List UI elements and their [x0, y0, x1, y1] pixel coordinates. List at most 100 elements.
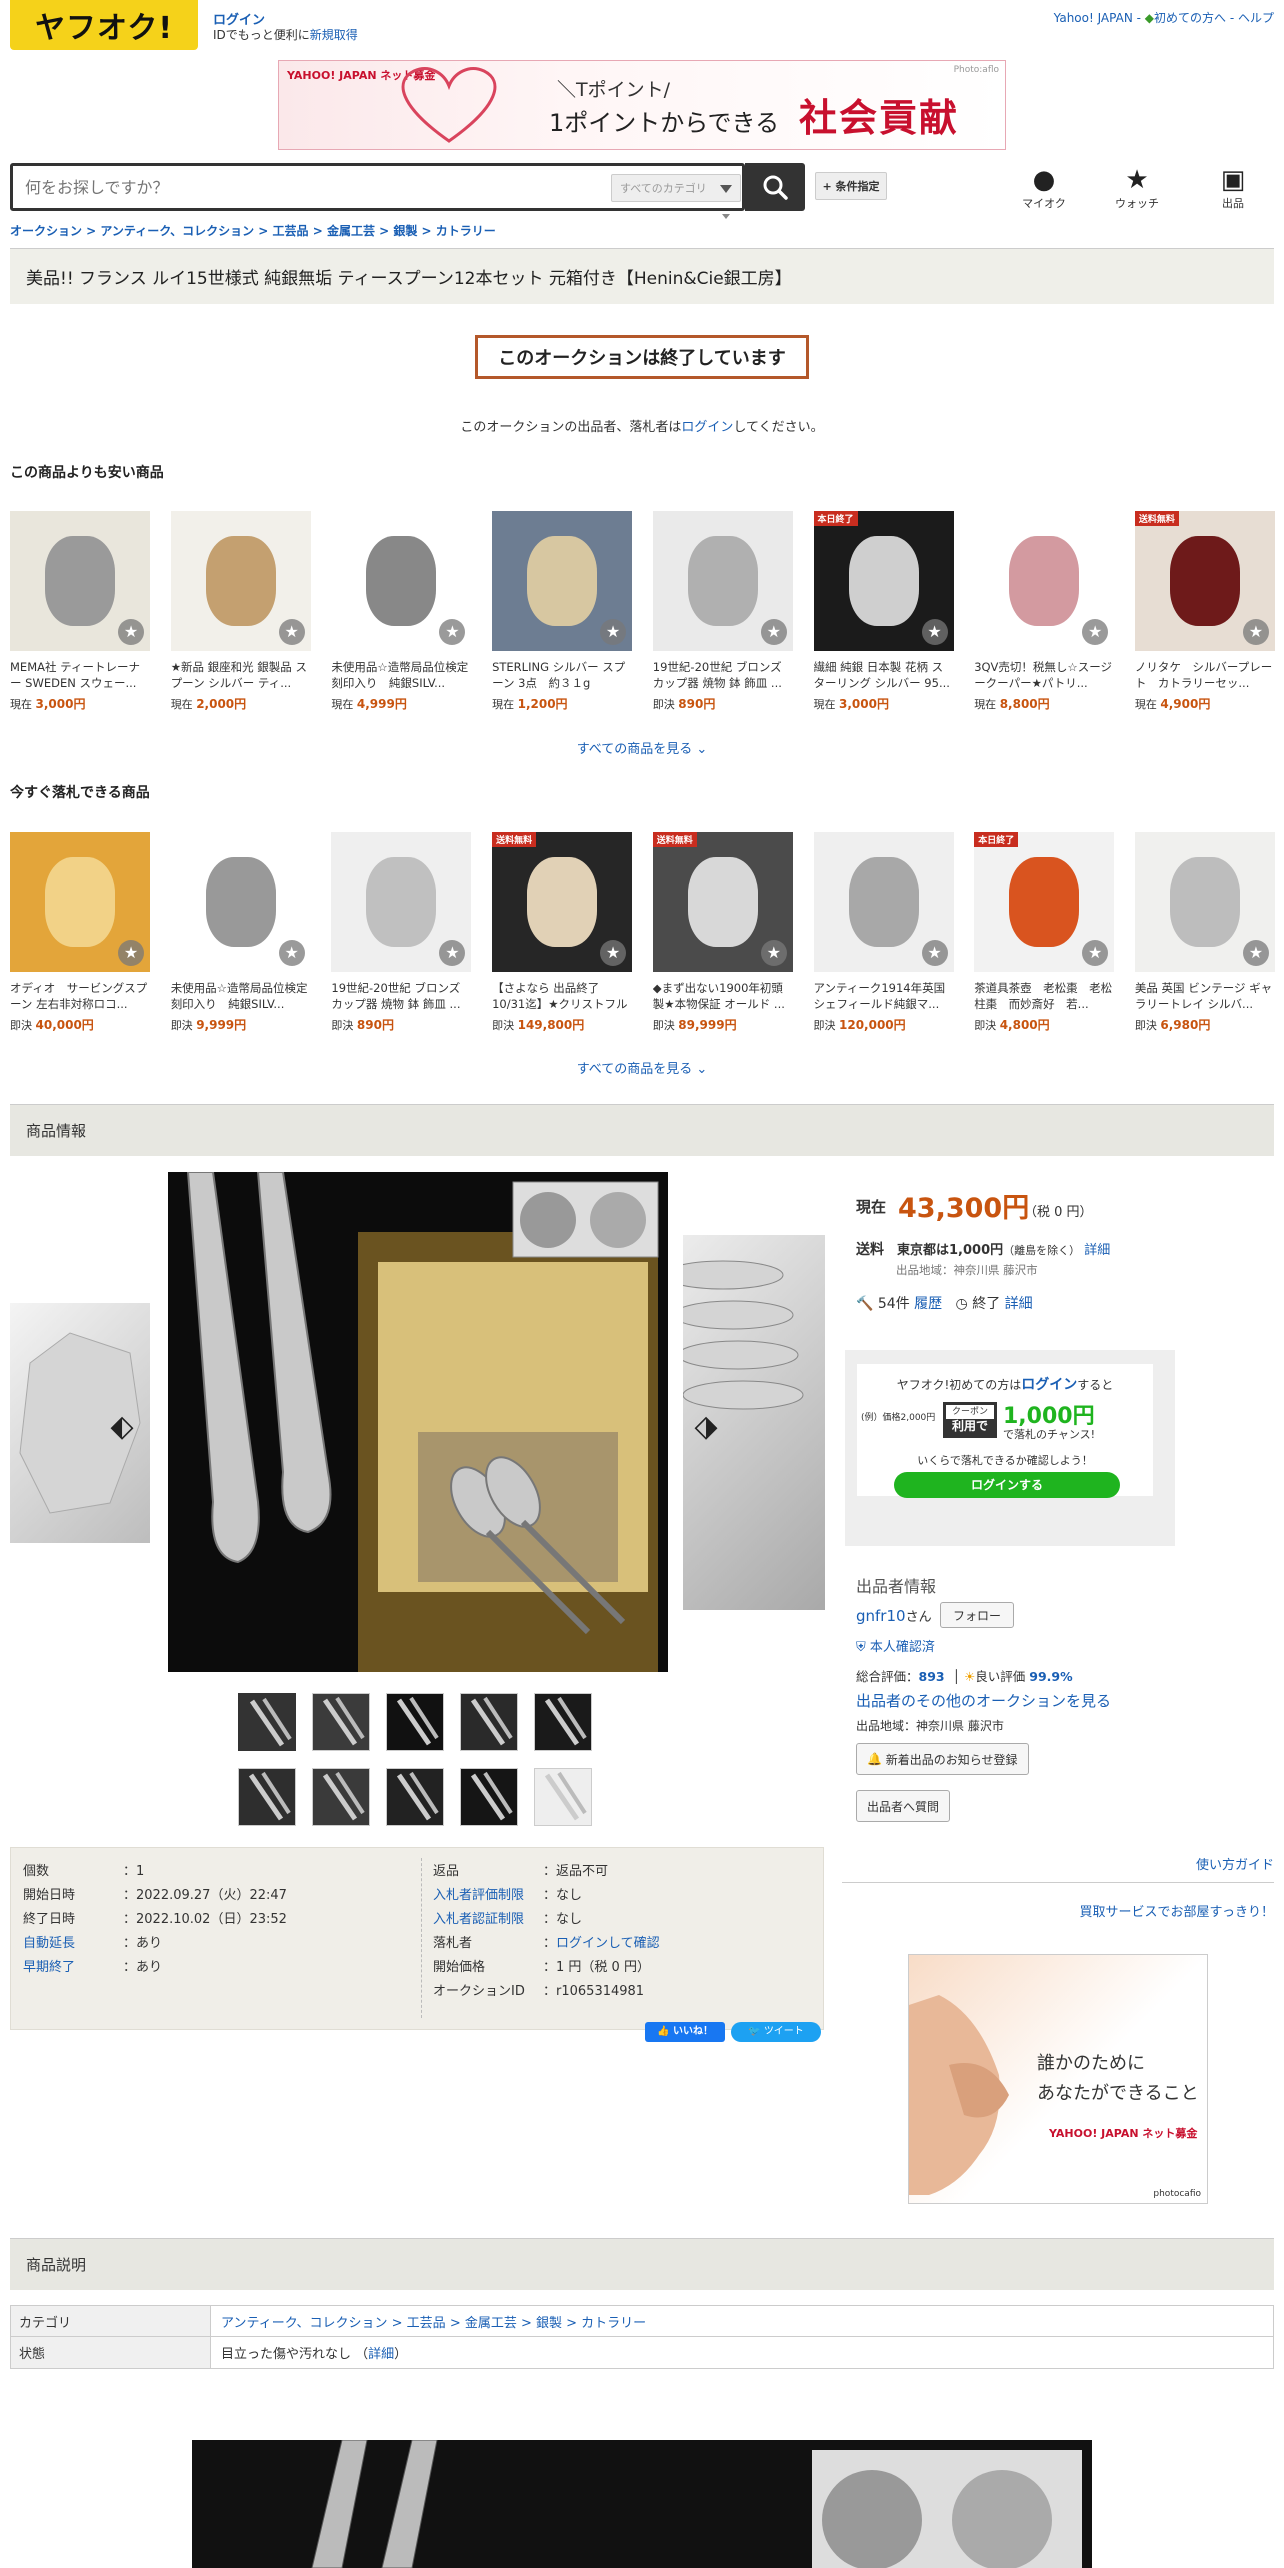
- product-image[interactable]: 送料無料 ★: [492, 832, 633, 972]
- bid-history-link[interactable]: 履歴: [914, 1296, 942, 1312]
- desc-category-value[interactable]: アンティーク、コレクション > 工芸品 > 金属工芸 > 銀製 > カトラリー: [211, 2312, 646, 2331]
- cheaper-see-all[interactable]: すべての商品を見る ⌄: [0, 738, 1284, 757]
- main-product-image[interactable]: [168, 1172, 668, 1672]
- register-link[interactable]: 新規取得: [310, 28, 358, 42]
- product-image[interactable]: ★: [10, 511, 150, 651]
- thumbnail-image[interactable]: [312, 1693, 370, 1751]
- watch-button[interactable]: ★ ウォッチ: [1107, 165, 1167, 211]
- yahoo-japan-link[interactable]: Yahoo! JAPAN: [1054, 11, 1133, 25]
- product-image[interactable]: 送料無料 ★: [1134, 511, 1275, 651]
- product-name[interactable]: STERLING シルバー スプーン 3点 約３１g: [492, 659, 632, 691]
- product-card[interactable]: ★ STERLING シルバー スプーン 3点 約３１g 現在 1,200円: [492, 511, 633, 711]
- product-image[interactable]: 本日終了 ★: [813, 511, 954, 651]
- product-name[interactable]: 19世紀-20世紀 ブロンズ カップ器 焼物 鉢 飾皿 ...: [653, 659, 793, 691]
- watch-star-icon[interactable]: ★: [439, 940, 466, 966]
- usage-guide-link[interactable]: 使い方ガイド: [1196, 1854, 1274, 1873]
- product-name[interactable]: 茶道具茶壺 老松棗 老松柱棗 而妙斎好 若...: [974, 980, 1114, 1012]
- product-name[interactable]: 美品 英国 ビンテージ ギャラリートレイ シルバ...: [1135, 980, 1275, 1012]
- product-image[interactable]: ★: [10, 832, 150, 972]
- detail-value[interactable]: ログインして確認: [556, 1936, 660, 1951]
- product-card[interactable]: 送料無料 ★ ◆まず出ない1900年初頭製★本物保証 オールド ... 即決 89,9…: [652, 832, 793, 1032]
- buy-service-link[interactable]: 買取サービスでお部屋すっきり！: [1080, 1901, 1274, 1920]
- watch-star-icon[interactable]: ★: [921, 940, 948, 966]
- product-name[interactable]: 未使用品☆造幣局品位検定刻印入り 純銀SILV...: [331, 659, 471, 691]
- product-name[interactable]: 【さよなら 出品終了10/31迄】★クリストフル ...: [492, 980, 632, 1012]
- sell-button[interactable]: ▣ 出品: [1203, 165, 1263, 211]
- thumbnail-image[interactable]: [386, 1693, 444, 1751]
- search-button[interactable]: [745, 163, 805, 211]
- facebook-like-button[interactable]: 👍 いいね！: [645, 2022, 725, 2042]
- thumbnail-image[interactable]: [534, 1768, 592, 1826]
- watch-star-icon[interactable]: ★: [1242, 940, 1269, 966]
- product-image[interactable]: ★: [813, 832, 954, 972]
- search-input[interactable]: [13, 166, 603, 208]
- verified-badge[interactable]: ⛨ 本人確認済: [856, 1636, 935, 1655]
- promo-login-link[interactable]: ログイン: [1021, 1377, 1077, 1393]
- product-card[interactable]: ★ MEMA社 ティートレーナー SWEDEN スウェー... 現在 3,000円: [10, 511, 150, 711]
- product-name[interactable]: ◆まず出ない1900年初頭製★本物保証 オールド ...: [653, 980, 793, 1012]
- watch-star-icon[interactable]: ★: [1082, 940, 1109, 966]
- detail-key[interactable]: 入札者認証制限: [433, 1908, 543, 1927]
- product-image[interactable]: ★: [331, 832, 472, 972]
- question-button[interactable]: 出品者へ質問: [856, 1790, 951, 1822]
- product-name[interactable]: 3QV売切！税無し☆スージークーパー★パトリ...: [974, 659, 1114, 691]
- watch-star-icon[interactable]: ★: [760, 940, 787, 966]
- charity-banner[interactable]: YAHOO! JAPAN ネット募金 ＼Tポイント/ 1ポイントからできる 社会…: [278, 60, 1006, 150]
- product-card[interactable]: 本日終了 ★ 繊細 純銀 日本製 花柄 スターリング シルバー 95... 現在 3,…: [813, 511, 954, 711]
- thumbnail-image[interactable]: [238, 1768, 296, 1826]
- watch-star-icon[interactable]: ★: [118, 619, 144, 645]
- charity-ad[interactable]: 誰かのために あなたができること YAHOO! JAPAN ネット募金 phot…: [908, 1954, 1208, 2204]
- product-card[interactable]: ★ 未使用品☆造幣局品位検定刻印入り 純銀SILV... 現在 4,999円: [331, 511, 472, 711]
- desc-condition-detail-link[interactable]: 詳細: [368, 2347, 394, 2362]
- product-image[interactable]: 本日終了 ★: [974, 832, 1115, 972]
- prev-arrow-icon[interactable]: ⬖: [110, 1408, 134, 1444]
- shipping-detail-link[interactable]: 詳細: [1084, 1243, 1110, 1258]
- product-card[interactable]: ★ ★新品 銀座和光 銀製品 スプーン シルバー ティ... 現在 2,000円: [170, 511, 311, 711]
- ending-see-all[interactable]: すべての商品を見る ⌄: [0, 1058, 1284, 1077]
- watch-star-icon[interactable]: ★: [760, 619, 787, 645]
- product-name[interactable]: 19世紀-20世紀 ブロンズ カップ器 焼物 鉢 飾皿 ...: [331, 980, 471, 1012]
- watch-star-icon[interactable]: ★: [278, 940, 305, 966]
- condition-button[interactable]: + 条件指定: [815, 172, 887, 200]
- desc-category-link[interactable]: アンティーク、コレクション > 工芸品 > 金属工芸 > 銀製 > カトラリー: [221, 2316, 646, 2331]
- thumbnail-image[interactable]: [460, 1768, 518, 1826]
- follow-button[interactable]: フォロー: [940, 1602, 1014, 1628]
- tweet-button[interactable]: 🐦 ツイート: [731, 2022, 821, 2042]
- myauc-button[interactable]: ● マイオク: [1014, 165, 1074, 211]
- thumbnail-image[interactable]: [460, 1693, 518, 1751]
- product-name[interactable]: 未使用品☆造幣局品位検定刻印入り 純銀SILV...: [171, 980, 311, 1012]
- product-name[interactable]: ノリタケ シルバープレート カトラリーセッ...: [1135, 659, 1275, 691]
- product-image[interactable]: ★: [170, 511, 311, 651]
- beginner-link[interactable]: 初めての方へ: [1154, 11, 1226, 25]
- watch-star-icon[interactable]: ★: [1242, 619, 1269, 645]
- promo-login-button[interactable]: ログインする: [894, 1472, 1120, 1498]
- seller-name-link[interactable]: gnfr10: [856, 1607, 906, 1625]
- product-card[interactable]: ★ 未使用品☆造幣局品位検定刻印入り 純銀SILV... 即決 9,999円: [170, 832, 311, 1032]
- product-card[interactable]: 送料無料 ★ ノリタケ シルバープレート カトラリーセッ... 現在 4,900円: [1134, 511, 1275, 711]
- seller-other-auctions-link[interactable]: 出品者のその他のオークションを見る: [856, 1690, 1111, 1711]
- product-card[interactable]: ★ オディオ サービングスプーン 左右非対称ロコ... 即決 40,000円: [10, 832, 150, 1032]
- end-detail-link[interactable]: 詳細: [1005, 1296, 1033, 1312]
- product-image[interactable]: ★: [974, 511, 1115, 651]
- product-name[interactable]: 繊細 純銀 日本製 花柄 スターリング シルバー 95...: [814, 659, 954, 691]
- watch-star-icon[interactable]: ★: [600, 619, 627, 645]
- product-image[interactable]: ★: [331, 511, 472, 651]
- product-card[interactable]: ★ 19世紀-20世紀 ブロンズ カップ器 焼物 鉢 飾皿 ... 即決 890円: [652, 511, 793, 711]
- product-card[interactable]: ★ アンティーク1914年英国シェフィールド純銀マ... 即決 120,000円: [813, 832, 954, 1032]
- help-link[interactable]: ヘルプ: [1238, 11, 1274, 25]
- thumbnail-image[interactable]: [238, 1693, 296, 1751]
- product-card[interactable]: 送料無料 ★ 【さよなら 出品終了10/31迄】★クリストフル ... 即決 149,…: [492, 832, 633, 1032]
- detail-key[interactable]: 早期終了: [23, 1956, 123, 1975]
- detail-key[interactable]: 入札者評価制限: [433, 1884, 543, 1903]
- category-select[interactable]: すべてのカテゴリ: [611, 174, 741, 202]
- detail-key[interactable]: 自動延長: [23, 1932, 123, 1951]
- product-image[interactable]: 送料無料 ★: [652, 832, 793, 972]
- product-card[interactable]: ★ 美品 英国 ビンテージ ギャラリートレイ シルバ... 即決 6,980円: [1134, 832, 1275, 1032]
- product-image[interactable]: ★: [492, 511, 633, 651]
- watch-star-icon[interactable]: ★: [278, 619, 305, 645]
- product-image[interactable]: ★: [652, 511, 793, 651]
- product-image[interactable]: ★: [1134, 832, 1275, 972]
- next-arrow-icon[interactable]: ⬗: [694, 1408, 718, 1444]
- new-listing-notify-button[interactable]: 🔔 新着出品のお知らせ登録: [856, 1743, 1029, 1775]
- product-card[interactable]: ★ 3QV売切！税無し☆スージークーパー★パトリ... 現在 8,800円: [974, 511, 1115, 711]
